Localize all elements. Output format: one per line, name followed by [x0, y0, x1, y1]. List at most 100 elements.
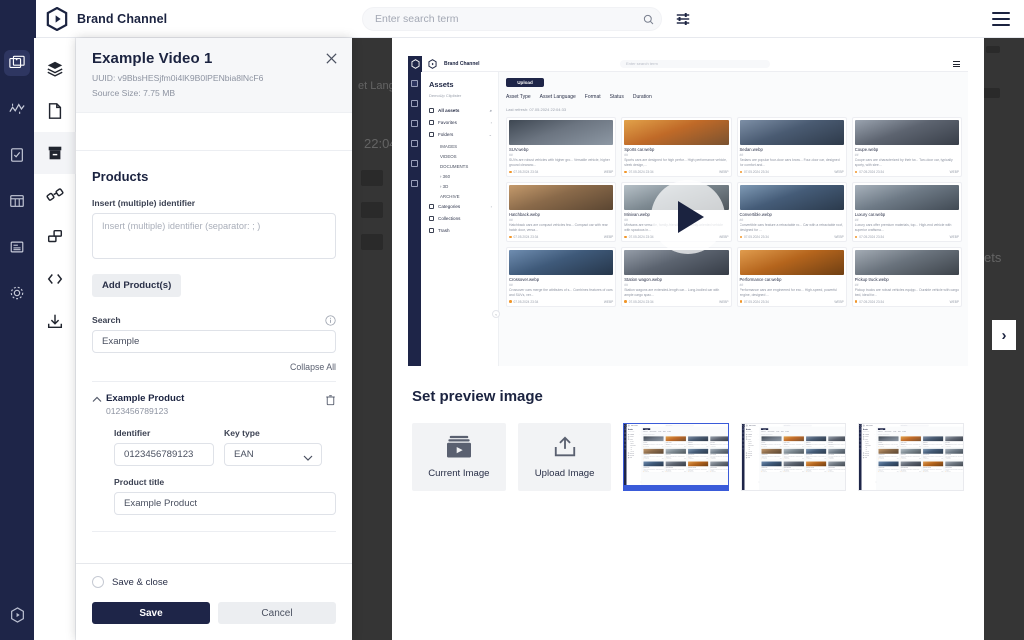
product-collapse-toggle[interactable] [92, 393, 106, 405]
mini-asset-footer: 07.05.2024 23:34WEBP [688, 446, 708, 447]
sidebar-item-analytics[interactable] [4, 96, 30, 122]
panel-title: Example Video 1 [92, 50, 336, 67]
panel-close-button[interactable] [323, 52, 339, 68]
sidebar-item-tasks[interactable] [4, 142, 30, 168]
mini-asset-footer: 07.05.2024 23:34WEBP [923, 446, 943, 447]
mini-asset-name: Pickup truck.webp [855, 277, 959, 282]
mini-asset-description: Luxury cars offer premium materials, top… [855, 223, 959, 233]
global-search[interactable] [362, 7, 662, 31]
delete-product-button[interactable] [325, 393, 336, 411]
tool-download[interactable] [34, 300, 76, 342]
tool-layers[interactable] [34, 48, 76, 90]
search-icon: ⌕ [490, 108, 492, 113]
product-title-field-group: Product title [92, 477, 336, 515]
save-button[interactable]: Save [92, 602, 210, 624]
next-asset-button[interactable]: › [992, 320, 1016, 350]
mini-asset-card: Luxury car.webp##Luxury cars offer premi… [828, 448, 847, 460]
collapse-all-button[interactable]: Collapse All [92, 362, 336, 382]
mini-sidebar-item [411, 160, 418, 167]
cancel-button[interactable]: Cancel [218, 602, 336, 624]
sidebar-item-gallery[interactable] [4, 50, 30, 76]
mini-brand-block [408, 56, 422, 72]
sidebar-item-settings[interactable] [4, 280, 30, 306]
upload-image-button[interactable]: Upload Image [518, 423, 612, 491]
panel-divider [92, 531, 336, 532]
mini-asset-card: Convertible.webp##Convertible cars featu… [923, 448, 944, 460]
video-player[interactable]: Brand Channel Enter search term Assets D… [408, 56, 968, 366]
brand-logo[interactable] [46, 7, 68, 31]
play-button[interactable] [651, 180, 725, 254]
search-input[interactable] [363, 12, 635, 26]
mini-asset-card: Crossover.webp##Crossover cars merge the… [506, 247, 616, 307]
mini-asset-thumbnail [509, 185, 613, 210]
mini-asset-description: Convertible cars feature a retractable r… [740, 223, 844, 233]
mini-asset-footer: 07.05.2024 23:34WEBP [828, 446, 846, 447]
mini-folder-item: DOCUMENTS [866, 445, 876, 446]
panel-uuid: UUID: v9BbsHESjfm0i4lK9B0lPENbia8lNcF6 [92, 72, 336, 85]
mini-asset-description: Crossover cars merge the attributes of s… [509, 288, 613, 298]
mini-filter: Asset Language [767, 431, 774, 432]
mini-folder-item: VIDEOS [440, 154, 492, 159]
search-button[interactable] [635, 8, 661, 30]
tool-archive[interactable] [34, 132, 76, 174]
mini-asset-card: Minivan.webp##Minivans are versatile, fa… [783, 448, 804, 460]
layers-icon [46, 60, 64, 78]
mini-asset-thumbnail [901, 436, 921, 441]
mini-folder-item: VIDEOS [748, 443, 758, 444]
mini-nav-favorites: Favorites › [746, 436, 758, 437]
save-and-close-radio[interactable] [92, 576, 104, 588]
mini-folder-item: › 3D [631, 449, 641, 450]
product-title-input[interactable] [114, 492, 336, 515]
mini-asset-meta: ## [624, 283, 728, 287]
mini-nav-label: Favorites [630, 436, 634, 437]
identifier-textarea[interactable] [92, 213, 336, 259]
sidebar-item-table[interactable] [4, 188, 30, 214]
sidebar-item-documents[interactable] [4, 234, 30, 260]
tasks-icon [9, 147, 25, 163]
filter-settings-button[interactable] [674, 10, 692, 28]
mini-filter-bar: Asset Type Asset Language Format Status … [643, 431, 729, 432]
mini-asset-card: Luxury car.webp##Luxury cars offer premi… [710, 448, 729, 460]
tool-duplicate[interactable] [34, 216, 76, 258]
mini-asset-tag: WEBP [780, 446, 782, 447]
mini-asset-tag: WEBP [719, 235, 728, 239]
tool-relations[interactable] [34, 174, 76, 216]
save-and-close-row[interactable]: Save & close [92, 576, 336, 588]
mini-asset-thumbnail [711, 449, 729, 454]
frame-thumbnail-2[interactable]: Brand Channel Enter search term Assets D… [741, 423, 847, 491]
mini-upload-label: Upload [517, 80, 533, 85]
settings-gear-icon [9, 285, 25, 301]
current-image-button[interactable]: Current Image [412, 423, 506, 491]
mini-asset-thumbnail [855, 120, 959, 145]
mini-asset-name: Station wagon.webp [624, 277, 728, 282]
mini-asset-card: Coupe.webp##Coupe cars are characterized… [710, 436, 729, 448]
product-search-input[interactable] [92, 330, 336, 353]
mini-asset-thumbnail [688, 449, 708, 454]
mini-asset-card: Performance car.webp##Performance cars a… [923, 461, 944, 473]
add-products-button[interactable]: Add Product(s) [92, 274, 181, 297]
brand-mark-button[interactable] [4, 602, 30, 628]
frame-thumbnail-1[interactable]: Brand Channel Enter search term Assets D… [623, 423, 729, 491]
mini-assets-subtitle: DemoUp Cliplister [746, 431, 758, 432]
mini-asset-tag: WEBP [920, 458, 922, 459]
mini-asset-time: 07.05.2024 23:34 [629, 235, 654, 239]
mini-asset-footer: 07.05.2024 23:34WEBP [901, 471, 921, 472]
category-icon [429, 204, 434, 209]
mini-nav-label: Collections [630, 455, 634, 456]
mini-asset-thumbnail [761, 436, 781, 441]
product-identifier-input[interactable] [114, 443, 214, 466]
status-dot-icon [509, 171, 512, 174]
mini-nav-label: Favorites [748, 436, 752, 437]
mini-asset-card: Station wagon.webp##Station wagons are e… [901, 461, 922, 473]
tool-embed[interactable] [34, 258, 76, 300]
frame-thumbnail-3[interactable]: Brand Channel Enter search term Assets D… [858, 423, 964, 491]
key-type-label: Key type [224, 428, 322, 438]
mini-asset-time: 07.05.2024 23:34 [744, 300, 769, 304]
hamburger-menu-button[interactable] [992, 12, 1010, 26]
mini-asset-tag: WEBP [707, 471, 709, 472]
mini-asset-tag: WEBP [780, 458, 782, 459]
info-circle-icon[interactable] [325, 315, 336, 326]
tool-page[interactable] [34, 90, 76, 132]
filter-sliders-icon [675, 11, 691, 27]
mini-asset-time: 07.05.2024 23:34 [829, 471, 834, 472]
